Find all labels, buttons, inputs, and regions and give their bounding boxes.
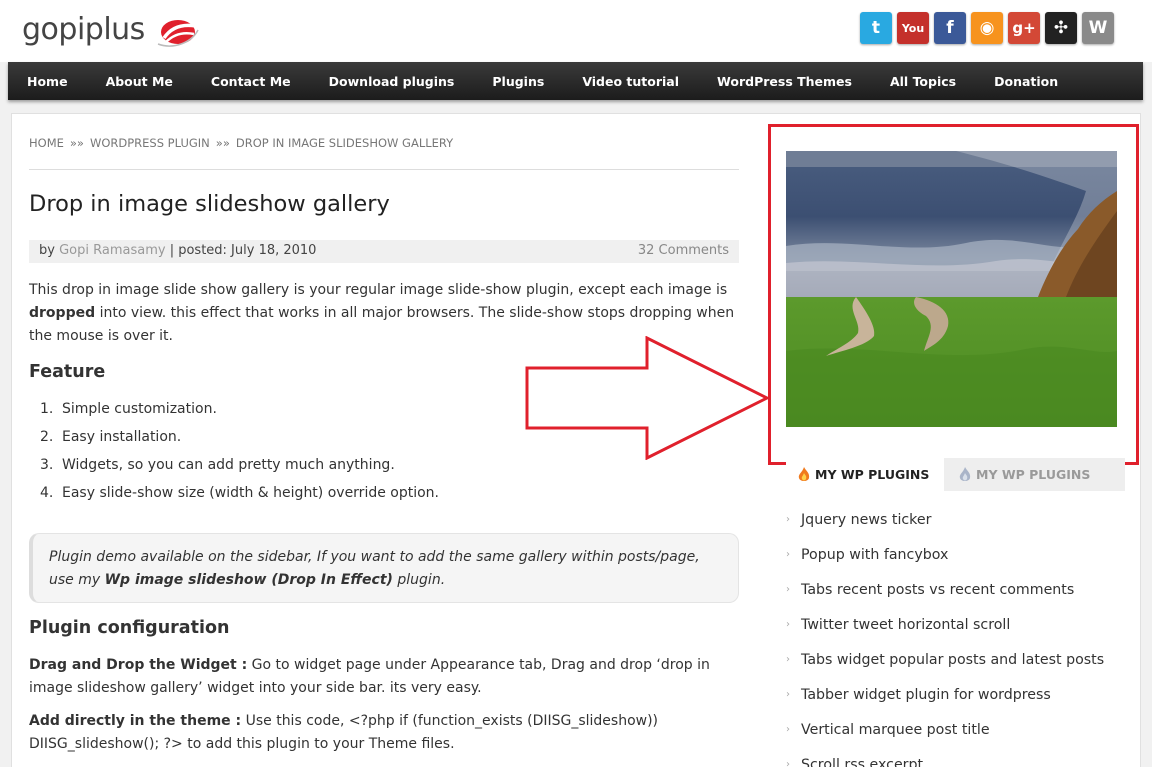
plugin-link[interactable]: Twitter tweet horizontal scroll — [801, 617, 1010, 633]
breadcrumb: HOME »» WORDPRESS PLUGIN »» DROP IN IMAGE SL… — [29, 136, 453, 150]
joomla-icon[interactable]: ✣ — [1045, 12, 1077, 44]
tab-my-wp-plugins[interactable]: MY WP PLUGINS — [959, 458, 1090, 491]
feature-number: 1. — [40, 401, 54, 417]
breadcrumb-category[interactable]: WORDPRESS PLUGIN — [90, 136, 210, 150]
plugin-list-item[interactable]: › Tabs recent posts vs recent comments — [786, 578, 1104, 613]
feature-number: 4. — [40, 485, 54, 501]
plugin-link[interactable]: Tabs recent posts vs recent comments — [801, 582, 1074, 598]
intro-bold: dropped — [29, 305, 96, 321]
config-heading: Plugin configuration — [29, 618, 230, 638]
chevron-right-icon: › — [786, 724, 790, 735]
plugin-list-item[interactable]: › Tabber widget plugin for wordpress — [786, 683, 1104, 718]
drag-lead: Drag and Drop the Widget : — [29, 657, 248, 673]
nav-item-plugins[interactable]: Plugins — [473, 74, 563, 89]
nav-item-donation[interactable]: Donation — [975, 74, 1077, 89]
social-links: t You f ◉ g+ ✣ W — [860, 12, 1114, 44]
tab-label: MY WP PLUGINS — [976, 467, 1091, 482]
chevron-right-icon: › — [786, 654, 790, 665]
chevron-right-icon: › — [786, 689, 790, 700]
rss-icon[interactable]: ◉ — [971, 12, 1003, 44]
demo-note-box: Plugin demo available on the sidebar, If… — [29, 533, 739, 603]
feature-text: Easy slide-show size (width & height) ov… — [62, 485, 440, 501]
feature-list: 1. Simple customization. 2. Easy installati… — [40, 398, 439, 510]
plugin-list-item[interactable]: › Scroll rss excerpt — [786, 753, 1104, 767]
post-title: Drop in image slideshow gallery — [29, 191, 390, 217]
feature-number: 2. — [40, 429, 54, 445]
feature-text: Easy installation. — [62, 429, 182, 445]
intro-text-1: This drop in image slide show gallery is… — [29, 282, 728, 298]
plugin-list-item[interactable]: › Jquery news ticker — [786, 508, 1104, 543]
feature-text: Simple customization. — [62, 401, 217, 417]
chevron-right-icon: › — [786, 584, 790, 595]
plugin-link[interactable]: Jquery news ticker — [801, 512, 931, 528]
demo-plugin-link[interactable]: Wp image slideshow (Drop In Effect) — [105, 572, 393, 588]
plugin-tabs: MY WP PLUGINS MY WP PLUGINS — [786, 458, 1125, 491]
author-link[interactable]: Gopi Ramasamy — [59, 243, 165, 258]
nav-item-home[interactable]: Home — [8, 74, 87, 89]
nav-item-contact-me[interactable]: Contact Me — [192, 74, 310, 89]
wordpress-icon[interactable]: W — [1082, 12, 1114, 44]
demo-text-2: plugin. — [397, 572, 446, 588]
post-meta: by Gopi Ramasamy | posted: July 18, 2010… — [29, 240, 739, 263]
tab-my-wp-plugins-active[interactable]: MY WP PLUGINS — [786, 458, 944, 491]
add-paragraph: Add directly in the theme : Use this cod… — [29, 710, 739, 756]
plugin-list: › Jquery news ticker › Popup with fancybox ›… — [786, 508, 1104, 767]
comments-link[interactable]: 32 Comments — [638, 243, 729, 258]
feature-heading: Feature — [29, 362, 106, 382]
chevron-right-icon: › — [786, 759, 790, 767]
drag-paragraph: Drag and Drop the Widget : Go to widget … — [29, 654, 739, 700]
chevron-right-icon: › — [786, 619, 790, 630]
plugin-list-item[interactable]: › Twitter tweet horizontal scroll — [786, 613, 1104, 648]
feature-number: 3. — [40, 457, 54, 473]
flame-icon — [959, 466, 971, 481]
nav-item-wordpress-themes[interactable]: WordPress Themes — [698, 74, 871, 89]
plugin-link[interactable]: Tabs widget popular posts and latest pos… — [801, 652, 1104, 668]
breadcrumb-divider — [29, 169, 739, 170]
plugin-list-item[interactable]: › Vertical marquee post title — [786, 718, 1104, 753]
logo-swoosh-icon — [157, 20, 199, 47]
plugin-link[interactable]: Popup with fancybox — [801, 547, 948, 563]
flame-icon — [798, 466, 810, 481]
google-plus-icon[interactable]: g+ — [1008, 12, 1040, 44]
nav-item-download-plugins[interactable]: Download plugins — [310, 74, 474, 89]
nav-item-video-tutorial[interactable]: Video tutorial — [563, 74, 698, 89]
breadcrumb-home[interactable]: HOME — [29, 136, 64, 150]
nav-item-all-topics[interactable]: All Topics — [871, 74, 975, 89]
feature-text: Widgets, so you can add pretty much anyt… — [62, 457, 395, 473]
chevron-right-icon: › — [786, 549, 790, 560]
right-arrow-annotation — [525, 336, 770, 460]
meta-by: by — [39, 243, 55, 258]
plugin-link[interactable]: Tabber widget plugin for wordpress — [801, 687, 1051, 703]
breadcrumb-separator: »» — [215, 136, 230, 150]
tab-label: MY WP PLUGINS — [815, 467, 930, 482]
nav-item-about-me[interactable]: About Me — [87, 74, 192, 89]
breadcrumb-separator: »» — [69, 136, 84, 150]
twitter-icon[interactable]: t — [860, 12, 892, 44]
breadcrumb-current: DROP IN IMAGE SLIDESHOW GALLERY — [235, 136, 454, 150]
plugin-list-item[interactable]: › Tabs widget popular posts and latest po… — [786, 648, 1104, 683]
feature-item: 1. Simple customization. — [40, 398, 439, 426]
add-lead: Add directly in the theme : — [29, 713, 242, 729]
plugin-link[interactable]: Scroll rss excerpt — [801, 757, 923, 767]
site-logo[interactable]: gopiplus — [22, 12, 145, 47]
highlight-rectangle — [768, 124, 1139, 465]
feature-item: 4. Easy slide-show size (width & height) … — [40, 482, 439, 510]
chevron-right-icon: › — [786, 514, 790, 525]
plugin-link[interactable]: Vertical marquee post title — [801, 722, 990, 738]
feature-item: 2. Easy installation. — [40, 426, 439, 454]
facebook-icon[interactable]: f — [934, 12, 966, 44]
main-nav: Home About Me Contact Me Download plugins Pl… — [8, 62, 1143, 100]
youtube-icon[interactable]: You — [897, 12, 929, 44]
site-header: gopiplus t You f ◉ g+ ✣ W — [0, 0, 1152, 62]
meta-posted: | posted: July 18, 2010 — [169, 243, 317, 258]
plugin-list-item[interactable]: › Popup with fancybox — [786, 543, 1104, 578]
feature-item: 3. Widgets, so you can add pretty much an… — [40, 454, 439, 482]
